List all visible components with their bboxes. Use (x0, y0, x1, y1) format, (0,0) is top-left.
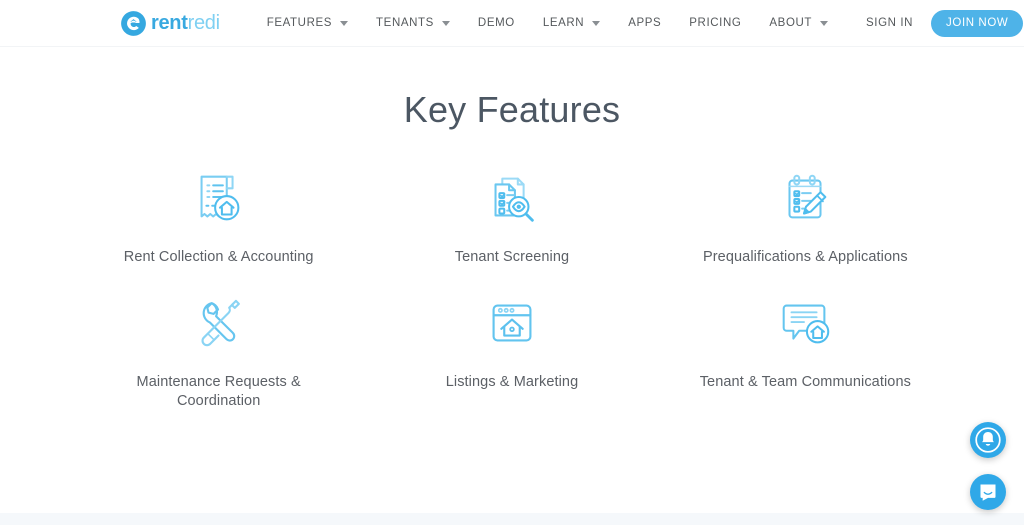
page-bottom-section-divider (0, 513, 1024, 525)
main-content: Key Features Rent Collection & Accountin… (0, 47, 1024, 525)
wrench-screwdriver-icon (184, 290, 254, 356)
nav-item-label: PRICING (689, 17, 742, 29)
brand-wordmark: rentredi (151, 13, 220, 33)
chevron-down-icon (441, 20, 450, 26)
nav-item-label: FEATURES (266, 17, 333, 29)
nav-item-learn[interactable]: LEARN (529, 0, 614, 47)
brand-wordmark-primary: rent (151, 12, 188, 34)
bell-icon (975, 427, 1001, 453)
browser-house-icon (477, 290, 547, 356)
main-navigation: FEATURES TENANTS DEMO LEARN APPS PRICING (253, 0, 842, 47)
nav-item-label: ABOUT (769, 17, 813, 29)
nav-item-label: TENANTS (376, 17, 434, 29)
nav-item-label: LEARN (542, 17, 585, 29)
chevron-down-icon (340, 20, 349, 26)
feature-label: Tenant Screening (454, 249, 570, 265)
nav-item-label: DEMO (477, 17, 515, 29)
feature-card-rent-collection[interactable]: Rent Collection & Accounting (72, 165, 365, 268)
receipt-house-icon (184, 165, 254, 231)
messenger-fab-button[interactable] (970, 474, 1006, 510)
nav-item-apps[interactable]: APPS (614, 0, 675, 47)
rentredi-swirl-logo-icon (120, 10, 147, 37)
nav-item-features[interactable]: FEATURES (253, 0, 362, 47)
chevron-down-icon (592, 20, 601, 26)
feature-label: Rent Collection & Accounting (123, 249, 314, 265)
sign-in-link[interactable]: SIGN IN (866, 17, 913, 29)
site-header: rentredi FEATURES TENANTS DEMO LEARN APP… (0, 0, 1024, 47)
feature-label: Listings & Marketing (445, 373, 579, 390)
nav-item-demo[interactable]: DEMO (464, 0, 529, 47)
page-root: rentredi FEATURES TENANTS DEMO LEARN APP… (0, 0, 1024, 525)
feature-card-listings[interactable]: Listings & Marketing (365, 290, 658, 412)
nav-item-about[interactable]: ABOUT (755, 0, 842, 47)
feature-label: Tenant & Team Communications (699, 373, 911, 390)
nav-item-label: APPS (628, 17, 662, 29)
brand-logo[interactable]: rentredi (120, 8, 220, 38)
join-now-button[interactable]: JOIN NOW (931, 9, 1024, 37)
nav-item-tenants[interactable]: TENANTS (362, 0, 464, 47)
brand-wordmark-secondary: redi (187, 12, 220, 34)
nav-item-pricing[interactable]: PRICING (675, 0, 755, 47)
feature-card-prequalifications[interactable]: Prequalifications & Applications (659, 165, 952, 268)
notifications-fab-button[interactable] (970, 422, 1006, 458)
feature-label: Maintenance Requests & Coordination (136, 373, 301, 410)
feature-label: Prequalifications & Applications (702, 249, 908, 265)
features-grid: Rent Collection & Accounting Tenant Scre… (72, 165, 952, 412)
clipboard-pencil-icon (770, 165, 840, 231)
feature-card-communications[interactable]: Tenant & Team Communications (659, 290, 952, 412)
feature-card-maintenance[interactable]: Maintenance Requests & Coordination (72, 290, 365, 412)
documents-magnifier-icon (477, 165, 547, 231)
intercom-messenger-icon (980, 484, 996, 501)
chat-bubble-house-icon (770, 290, 840, 356)
chevron-down-icon (820, 20, 829, 26)
feature-card-tenant-screening[interactable]: Tenant Screening (365, 165, 658, 268)
page-title: Key Features (403, 89, 621, 130)
